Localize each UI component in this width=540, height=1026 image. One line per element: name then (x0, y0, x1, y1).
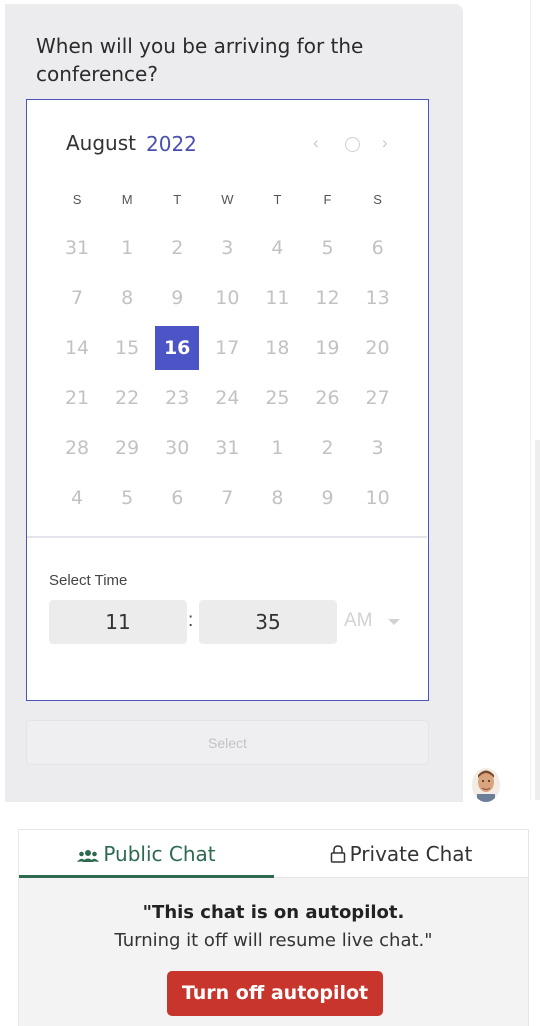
calendar-day[interactable]: 31 (52, 226, 102, 270)
tab-private-chat[interactable]: Private Chat (274, 830, 528, 878)
date-time-picker: August 2022 ‹ › SMTWTFS 31 1 2 3 4 5 6 7 8 9 10 11 1… (26, 99, 429, 701)
weekday-label: M (121, 192, 133, 207)
calendar-day[interactable]: 24 (202, 376, 252, 420)
calendar-year-label[interactable]: 2022 (146, 132, 197, 156)
calendar-day[interactable]: 26 (302, 376, 352, 420)
minute-input[interactable]: 35 (199, 600, 337, 644)
turn-off-autopilot-button[interactable]: Turn off autopilot (167, 971, 383, 1016)
calendar-day[interactable]: 23 (152, 376, 202, 420)
calendar-day[interactable]: 9 (302, 476, 352, 520)
calendar-day[interactable]: 29 (102, 426, 152, 470)
calendar-day[interactable]: 28 (52, 426, 102, 470)
calendar-day[interactable]: 6 (353, 226, 403, 270)
calendar-day[interactable]: 18 (252, 326, 302, 370)
calendar-day[interactable]: 4 (252, 226, 302, 270)
previous-month-chevron-icon[interactable]: ‹ (313, 133, 319, 153)
time-separator: : (188, 610, 194, 631)
calendar-day[interactable]: 3 (353, 426, 403, 470)
calendar-day[interactable]: 2 (302, 426, 352, 470)
calendar-day[interactable]: 11 (252, 276, 302, 320)
calendar-week-row: 14 15 16 17 18 19 20 (52, 323, 403, 373)
calendar-day[interactable]: 6 (152, 476, 202, 520)
calendar-day[interactable]: 31 (202, 426, 252, 470)
chat-controls-panel: Public Chat Private Chat "This chat is o… (18, 829, 529, 1026)
calendar-day[interactable]: 22 (102, 376, 152, 420)
calendar-week-row: 28 29 30 31 1 2 3 (52, 423, 403, 473)
tab-private-chat-label: Private Chat (349, 842, 473, 866)
weekday-header-row: SMTWTFS (52, 188, 403, 212)
calendar-day[interactable]: 13 (353, 276, 403, 320)
calendar-day[interactable]: 17 (202, 326, 252, 370)
agent-avatar (472, 768, 500, 802)
tab-public-chat-label: Public Chat (103, 842, 216, 866)
meridiem-caret-icon[interactable] (388, 619, 400, 625)
calendar-day[interactable]: 5 (102, 476, 152, 520)
calendar-day-selected[interactable]: 16 (155, 326, 200, 370)
calendar-day[interactable]: 15 (102, 326, 152, 370)
time-section-divider (27, 536, 427, 538)
calendar-day[interactable]: 8 (102, 276, 152, 320)
autopilot-notice-line-1: "This chat is on autopilot. (142, 902, 405, 923)
calendar-day[interactable]: 14 (52, 326, 102, 370)
bot-question-text: When will you be arriving for the confer… (36, 34, 364, 86)
calendar-day[interactable]: 19 (302, 326, 352, 370)
next-month-chevron-icon[interactable]: › (382, 133, 388, 153)
calendar-day[interactable]: 12 (302, 276, 352, 320)
calendar-day[interactable]: 1 (102, 226, 152, 270)
calendar-day[interactable]: 8 (252, 476, 302, 520)
group-icon (77, 832, 100, 880)
calendar-day[interactable]: 7 (202, 476, 252, 520)
calendar-day[interactable]: 10 (353, 476, 403, 520)
calendar-day[interactable]: 3 (202, 226, 252, 270)
calendar-day[interactable]: 20 (352, 326, 402, 370)
calendar-week-row: 4 5 6 7 8 9 10 (52, 473, 403, 523)
calendar-day[interactable]: 7 (52, 276, 102, 320)
weekday-label: F (323, 192, 332, 207)
calendar-day[interactable]: 5 (302, 226, 352, 270)
calendar-grid: SMTWTFS 31 1 2 3 4 5 6 7 8 9 10 11 12 13 14 15 16 17 18 19 2… (52, 188, 403, 523)
meridiem-select[interactable]: AM (344, 610, 373, 632)
chat-tabs: Public Chat Private Chat (19, 830, 528, 878)
hour-input[interactable]: 11 (49, 600, 187, 644)
calendar-day[interactable]: 9 (152, 276, 202, 320)
calendar-day[interactable]: 21 (52, 376, 102, 420)
chat-area-divider (530, 0, 531, 800)
select-time-label: Select Time (49, 572, 128, 589)
tab-public-chat[interactable]: Public Chat (19, 830, 274, 878)
lock-icon (330, 832, 346, 880)
today-circle-icon[interactable] (345, 137, 360, 152)
calendar-day[interactable]: 10 (202, 276, 252, 320)
weekday-label: S (72, 192, 82, 207)
calendar-week-row: 21 22 23 24 25 26 27 (52, 373, 403, 423)
calendar-week-row: 31 1 2 3 4 5 6 (52, 223, 403, 273)
calendar-day[interactable]: 4 (52, 476, 102, 520)
weekday-label: T (273, 192, 282, 207)
chat-scrollbar[interactable] (535, 440, 540, 800)
calendar-week-row: 7 8 9 10 11 12 13 (52, 273, 403, 323)
autopilot-notice-line-2: Turning it off will resume live chat." (114, 930, 433, 951)
weekday-label: S (373, 192, 382, 207)
calendar-days: 31 1 2 3 4 5 6 7 8 9 10 11 12 13 14 15 16 17 18 19 20 21 22 23 2… (52, 223, 403, 523)
calendar-day[interactable]: 30 (152, 426, 202, 470)
calendar-month-label[interactable]: August (66, 131, 136, 155)
calendar-day[interactable]: 25 (252, 376, 302, 420)
calendar-day[interactable]: 1 (252, 426, 302, 470)
calendar-day[interactable]: 2 (152, 226, 202, 270)
weekday-label: W (221, 192, 234, 207)
weekday-label: T (173, 192, 182, 207)
calendar-day[interactable]: 27 (353, 376, 403, 420)
select-date-button[interactable]: Select (26, 720, 429, 765)
